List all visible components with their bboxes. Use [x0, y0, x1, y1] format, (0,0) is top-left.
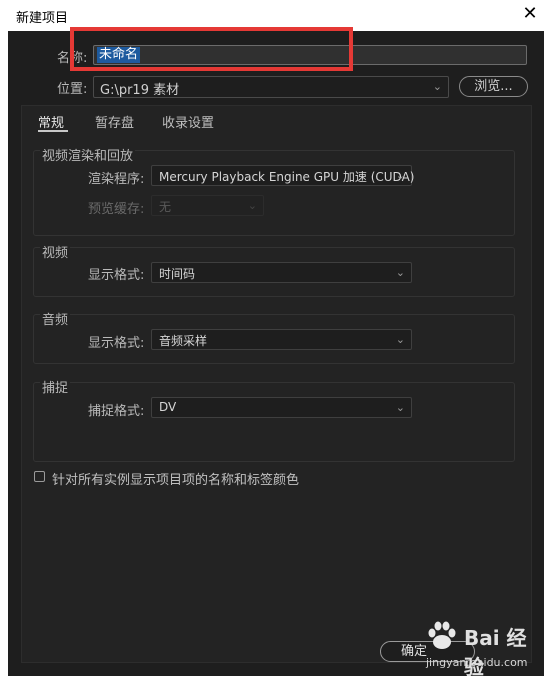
audio-display-format-value: 音频采样	[159, 334, 208, 348]
tab-general[interactable]: 常规	[38, 112, 64, 131]
capture-group	[33, 382, 515, 462]
renderer-label: 渲染程序:	[88, 172, 145, 187]
capture-format-dropdown[interactable]: DV ⌄	[151, 397, 412, 418]
highlight-box	[70, 27, 353, 71]
tab-scratch-disks[interactable]: 暂存盘	[95, 112, 134, 131]
show-labels-checkbox[interactable]	[34, 471, 45, 482]
settings-panel: 常规 暂存盘 收录设置 视频渲染和回放 渲染程序: Mercury Playba…	[21, 105, 532, 663]
video-render-title: 视频渲染和回放	[40, 145, 136, 164]
video-title: 视频	[40, 242, 71, 261]
renderer-value: Mercury Playback Engine GPU 加速 (CUDA)	[159, 170, 415, 184]
show-labels-checkbox-label[interactable]: 针对所有实例显示项目项的名称和标签颜色	[52, 469, 299, 488]
capture-title: 捕捉	[40, 377, 71, 396]
location-value: G:\pr19 素材	[100, 83, 180, 98]
close-icon[interactable]: ✕	[520, 3, 540, 25]
capture-format-label: 捕捉格式:	[88, 404, 145, 419]
chevron-down-icon: ⌄	[395, 333, 405, 346]
watermark-brand: Bai 经验	[464, 626, 527, 679]
window-title: 新建项目	[16, 11, 69, 26]
audio-display-format-label: 显示格式:	[88, 336, 145, 351]
preview-cache-dropdown[interactable]: 无 ⌄	[151, 195, 264, 216]
preview-cache-value: 无	[159, 200, 172, 214]
tab-ingest-settings[interactable]: 收录设置	[162, 112, 214, 131]
capture-format-value: DV	[159, 400, 177, 414]
audio-title: 音频	[40, 309, 71, 328]
preview-cache-label: 预览缓存:	[88, 202, 145, 217]
location-select[interactable]: G:\pr19 素材 ⌄	[93, 76, 449, 98]
watermark-url: jingyan.baidu.com	[426, 656, 528, 669]
chevron-down-icon: ⌄	[247, 199, 257, 212]
location-label: 位置:	[57, 82, 88, 97]
chevron-down-icon: ⌄	[395, 266, 405, 279]
chevron-down-icon: ⌄	[395, 401, 405, 414]
video-display-format-label: 显示格式:	[88, 268, 145, 283]
chevron-down-icon: ⌄	[395, 169, 405, 182]
paw-icon	[428, 621, 456, 649]
video-display-format-dropdown[interactable]: 时间码 ⌄	[151, 262, 412, 283]
audio-display-format-dropdown[interactable]: 音频采样 ⌄	[151, 329, 412, 350]
renderer-dropdown[interactable]: Mercury Playback Engine GPU 加速 (CUDA) ⌄	[151, 165, 415, 186]
chevron-down-icon: ⌄	[432, 80, 442, 93]
watermark: Bai 经验 jingyan.baidu.com	[424, 618, 546, 679]
browse-button[interactable]: 浏览...	[459, 76, 528, 97]
new-project-dialog: 名称: 未命名 位置: G:\pr19 素材 ⌄ 浏览... 常规 暂存盘 收录…	[8, 31, 544, 676]
video-display-format-value: 时间码	[159, 267, 196, 281]
active-tab-indicator	[38, 130, 68, 132]
